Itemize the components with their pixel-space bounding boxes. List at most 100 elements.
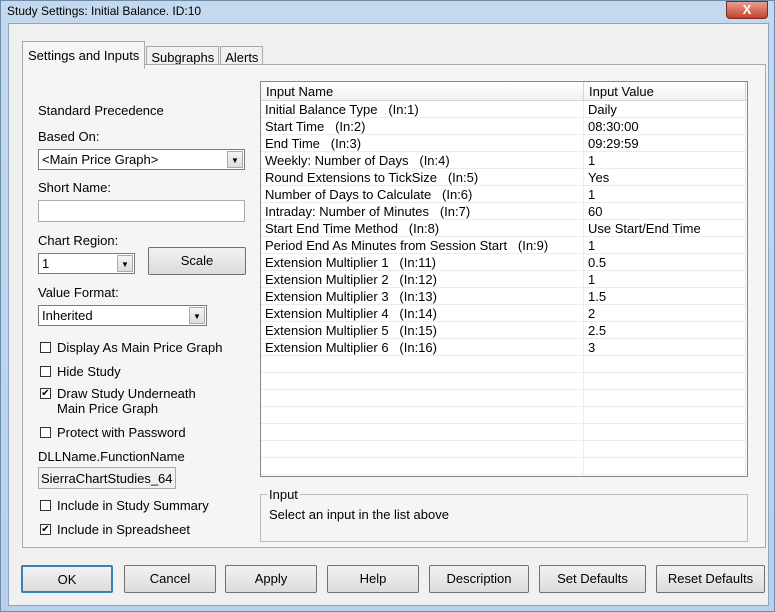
based-on-label: Based On: bbox=[38, 129, 100, 144]
description-button[interactable]: Description bbox=[429, 565, 529, 593]
checkbox-label: Include in Study Summary bbox=[57, 498, 209, 513]
table-row[interactable]: Extension Multiplier 3 (In:13) 1.5 bbox=[261, 288, 747, 305]
input-name-cell: Extension Multiplier 6 (In:16) bbox=[261, 339, 584, 355]
close-button[interactable]: X bbox=[726, 1, 768, 19]
input-value-cell: 1 bbox=[584, 271, 746, 287]
input-name-cell: Number of Days to Calculate (In:6) bbox=[261, 186, 584, 202]
checkbox-label: Draw Study Underneath Main Price Graph bbox=[57, 386, 196, 416]
input-value-cell: 1 bbox=[584, 152, 746, 168]
input-group-caption: Input bbox=[267, 487, 300, 502]
checkbox-box bbox=[40, 342, 51, 353]
input-name-cell: Extension Multiplier 5 (In:15) bbox=[261, 322, 584, 338]
input-name-cell bbox=[261, 407, 584, 423]
input-name-cell: Extension Multiplier 2 (In:12) bbox=[261, 271, 584, 287]
input-name-cell bbox=[261, 458, 584, 474]
protect-with-password-checkbox[interactable]: Protect with Password bbox=[40, 425, 186, 440]
table-row[interactable]: Weekly: Number of Days (In:4) 1 bbox=[261, 152, 747, 169]
column-header-input-value[interactable]: Input Value bbox=[584, 82, 746, 100]
table-row[interactable]: Extension Multiplier 6 (In:16) 3 bbox=[261, 339, 747, 356]
table-row[interactable]: Number of Days to Calculate (In:6) 1 bbox=[261, 186, 747, 203]
checkbox-label: Hide Study bbox=[57, 364, 121, 379]
input-description: Select an input in the list above bbox=[269, 507, 449, 522]
help-button[interactable]: Help bbox=[327, 565, 419, 593]
dll-name-field[interactable]: SierraChartStudies_64 bbox=[38, 467, 176, 489]
input-value-cell bbox=[584, 373, 746, 389]
input-value-cell: Daily bbox=[584, 101, 746, 117]
input-value-cell bbox=[584, 390, 746, 406]
input-name-cell: Start Time (In:2) bbox=[261, 118, 584, 134]
table-row[interactable]: Start End Time Method (In:8) Use Start/En… bbox=[261, 220, 747, 237]
value-format-select[interactable]: Inherited ▼ bbox=[38, 305, 207, 326]
tab-settings-and-inputs[interactable]: Settings and Inputs bbox=[22, 41, 146, 69]
input-name-cell bbox=[261, 441, 584, 457]
checkbox-label-line1: Draw Study Underneath bbox=[57, 386, 196, 401]
chevron-down-icon: ▼ bbox=[189, 307, 205, 324]
empty-row bbox=[261, 390, 747, 407]
table-row[interactable]: End Time (In:3) 09:29:59 bbox=[261, 135, 747, 152]
input-name-cell bbox=[261, 424, 584, 440]
chevron-down-icon: ▼ bbox=[227, 151, 243, 168]
input-name-cell: Intraday: Number of Minutes (In:7) bbox=[261, 203, 584, 219]
based-on-select[interactable]: <Main Price Graph> ▼ bbox=[38, 149, 245, 170]
empty-row bbox=[261, 424, 747, 441]
input-value-cell: Use Start/End Time bbox=[584, 220, 746, 236]
check-icon: ✔ bbox=[40, 388, 51, 399]
table-row[interactable]: Extension Multiplier 2 (In:12) 1 bbox=[261, 271, 747, 288]
chart-region-label: Chart Region: bbox=[38, 233, 119, 248]
input-value-cell: Yes bbox=[584, 169, 746, 185]
empty-row bbox=[261, 373, 747, 390]
checkbox-label: Include in Spreadsheet bbox=[57, 522, 190, 537]
cancel-button[interactable]: Cancel bbox=[124, 565, 216, 593]
checkbox-label: Display As Main Price Graph bbox=[57, 340, 223, 355]
short-name-label: Short Name: bbox=[38, 180, 111, 195]
chevron-down-icon: ▼ bbox=[117, 255, 133, 272]
table-row[interactable]: Period End As Minutes from Session Start… bbox=[261, 237, 747, 254]
empty-row bbox=[261, 407, 747, 424]
table-row[interactable]: Extension Multiplier 5 (In:15) 2.5 bbox=[261, 322, 747, 339]
table-row[interactable]: Extension Multiplier 1 (In:11) 0.5 bbox=[261, 254, 747, 271]
window-title: Study Settings: Initial Balance. ID:10 bbox=[7, 4, 202, 18]
display-as-main-price-graph-checkbox[interactable]: Display As Main Price Graph bbox=[40, 340, 222, 355]
table-row[interactable]: Intraday: Number of Minutes (In:7) 60 bbox=[261, 203, 747, 220]
empty-row bbox=[261, 441, 747, 458]
input-name-cell: Period End As Minutes from Session Start… bbox=[261, 237, 584, 253]
chart-region-select[interactable]: 1 ▼ bbox=[38, 253, 135, 274]
input-value-cell bbox=[584, 407, 746, 423]
include-in-study-summary-checkbox[interactable]: Include in Study Summary bbox=[40, 498, 209, 513]
draw-study-underneath-checkbox[interactable]: ✔ Draw Study Underneath Main Price Graph bbox=[40, 386, 196, 416]
input-name-cell: Start End Time Method (In:8) bbox=[261, 220, 584, 236]
ok-button[interactable]: OK bbox=[21, 565, 113, 593]
input-value-cell: 2.5 bbox=[584, 322, 746, 338]
input-name-cell: Round Extensions to TickSize (In:5) bbox=[261, 169, 584, 185]
reset-defaults-button[interactable]: Reset Defaults bbox=[656, 565, 765, 593]
table-row[interactable]: Start Time (In:2) 08:30:00 bbox=[261, 118, 747, 135]
empty-row bbox=[261, 458, 747, 475]
input-value-cell bbox=[584, 441, 746, 457]
input-name-cell: Initial Balance Type (In:1) bbox=[261, 101, 584, 117]
input-value-cell: 1 bbox=[584, 237, 746, 253]
column-header-input-name[interactable]: Input Name bbox=[261, 82, 584, 100]
input-value-cell: 09:29:59 bbox=[584, 135, 746, 151]
empty-row bbox=[261, 356, 747, 373]
input-name-cell bbox=[261, 356, 584, 372]
dialog-window: Study Settings: Initial Balance. ID:10 X… bbox=[0, 0, 775, 612]
input-name-cell bbox=[261, 390, 584, 406]
inputs-table: Input Name Input Value Initial Balance T… bbox=[260, 81, 748, 477]
short-name-input[interactable] bbox=[38, 200, 245, 222]
checkbox-label: Protect with Password bbox=[57, 425, 186, 440]
table-row[interactable]: Initial Balance Type (In:1) Daily bbox=[261, 101, 747, 118]
standard-precedence-label: Standard Precedence bbox=[38, 103, 164, 118]
input-value-cell bbox=[584, 458, 746, 474]
input-group: Input Select an input in the list above bbox=[260, 487, 748, 542]
checkbox-box bbox=[40, 427, 51, 438]
set-defaults-button[interactable]: Set Defaults bbox=[539, 565, 646, 593]
value-format-value: Inherited bbox=[42, 308, 93, 323]
table-row[interactable]: Round Extensions to TickSize (In:5) Yes bbox=[261, 169, 747, 186]
table-row[interactable]: Extension Multiplier 4 (In:14) 2 bbox=[261, 305, 747, 322]
hide-study-checkbox[interactable]: Hide Study bbox=[40, 364, 121, 379]
include-in-spreadsheet-checkbox[interactable]: ✔ Include in Spreadsheet bbox=[40, 522, 190, 537]
chart-region-value: 1 bbox=[42, 256, 50, 271]
apply-button[interactable]: Apply bbox=[225, 565, 317, 593]
input-value-cell: 60 bbox=[584, 203, 746, 219]
scale-button[interactable]: Scale bbox=[148, 247, 246, 275]
